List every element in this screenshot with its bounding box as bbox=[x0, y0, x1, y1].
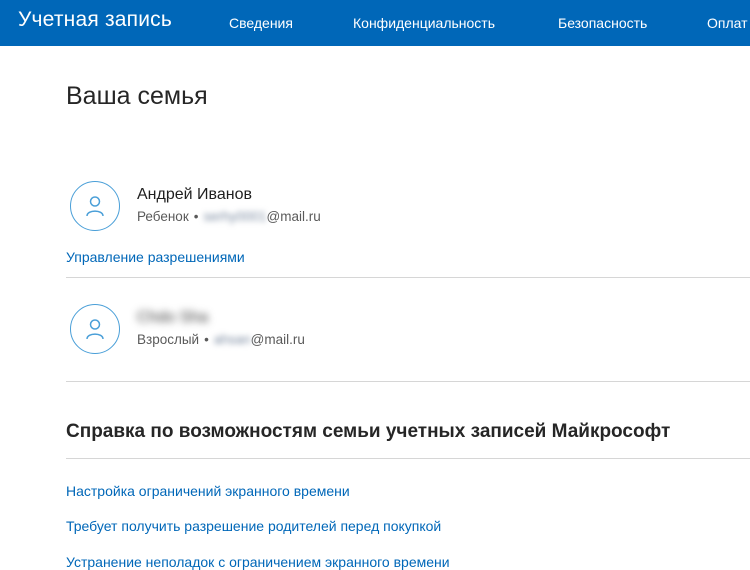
nav-item-security[interactable]: Безопасность bbox=[558, 15, 647, 31]
member-name: Андрей Иванов bbox=[137, 186, 252, 203]
manage-permissions-link[interactable]: Управление разрешениями bbox=[66, 249, 245, 265]
nav-item-privacy[interactable]: Конфиденциальность bbox=[353, 15, 495, 31]
top-nav-bar: Учетная запись Сведения Конфиденциальнос… bbox=[0, 0, 750, 46]
family-member-card: Андрей Иванов Ребенок • serhy0001@mail.ru bbox=[70, 181, 750, 241]
avatar bbox=[70, 304, 120, 354]
member-meta: Взрослый • ahsan@mail.ru bbox=[137, 332, 305, 347]
email-local-part: serhy0001 bbox=[203, 209, 267, 224]
person-icon bbox=[86, 196, 104, 217]
account-brand[interactable]: Учетная запись bbox=[18, 8, 172, 32]
help-link-screen-time-limits[interactable]: Настройка ограничений экранного времени bbox=[66, 483, 350, 499]
family-member-card: Chdo Sha Взрослый • ahsan@mail.ru bbox=[70, 304, 750, 364]
divider bbox=[66, 381, 750, 382]
person-icon bbox=[86, 319, 104, 340]
email-domain: @mail.ru bbox=[250, 332, 305, 347]
member-role: Ребенок bbox=[137, 209, 189, 224]
divider bbox=[66, 277, 750, 278]
help-section-title: Справка по возможностям семьи учетных за… bbox=[66, 421, 671, 442]
separator-dot: • bbox=[204, 332, 209, 347]
email-domain: @mail.ru bbox=[266, 209, 321, 224]
separator-dot: • bbox=[193, 209, 199, 224]
member-role: Взрослый bbox=[137, 332, 200, 347]
avatar bbox=[70, 181, 120, 231]
help-link-troubleshoot-screen-time[interactable]: Устранение неполадок с ограничением экра… bbox=[66, 554, 450, 570]
nav-item-payment[interactable]: Оплат bbox=[707, 15, 748, 31]
help-link-parent-approval[interactable]: Требует получить разрешение родителей пе… bbox=[66, 518, 441, 534]
page-title: Ваша семья bbox=[66, 82, 208, 110]
member-meta: Ребенок • serhy0001@mail.ru bbox=[137, 209, 321, 224]
divider bbox=[66, 458, 750, 459]
nav-item-info[interactable]: Сведения bbox=[229, 15, 293, 31]
member-name: Chdo Sha bbox=[137, 309, 209, 326]
email-local-part: ahsan bbox=[213, 332, 251, 347]
